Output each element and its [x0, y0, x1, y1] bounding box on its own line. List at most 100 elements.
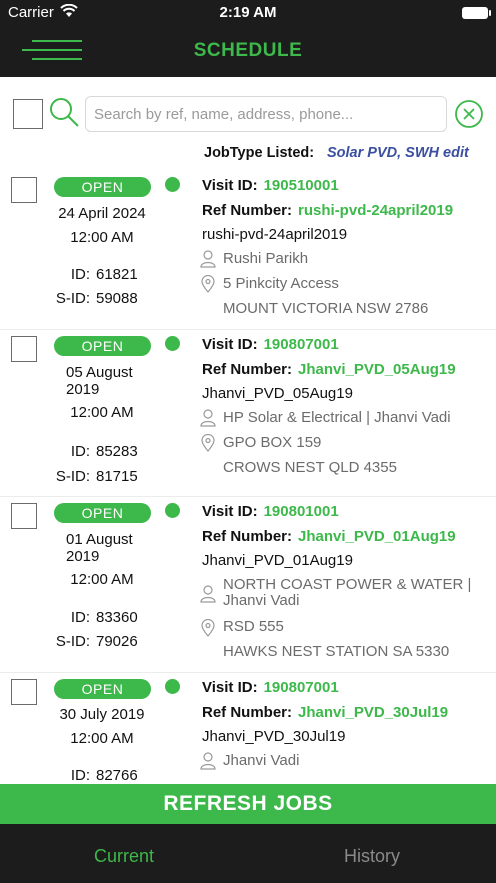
- job-date: 30 July 2019: [59, 706, 145, 723]
- job-sid: S-ID: 79026: [40, 633, 158, 650]
- job-checkbox[interactable]: [11, 336, 37, 362]
- edit-jobtype-link[interactable]: edit: [443, 145, 469, 161]
- status-badge: OPEN: [54, 177, 151, 197]
- location-pin-icon: [201, 434, 215, 452]
- id-value: 61821: [96, 266, 138, 283]
- job-contact: Jhanvi Vadi: [223, 752, 300, 769]
- visit-id-label: Visit ID:: [202, 503, 258, 520]
- search-icon[interactable]: [48, 96, 80, 128]
- id-value: 85283: [96, 443, 138, 460]
- job-card[interactable]: OPEN 05 August 2019 12:00 AM ID: 85283 S-…: [0, 330, 496, 497]
- ref-number-value: Jhanvi_PVD_01Aug19: [298, 528, 456, 545]
- location-pin-icon: [201, 275, 215, 293]
- job-title: rushi-pvd-24april2019: [202, 226, 348, 243]
- sid-label: S-ID:: [55, 290, 90, 307]
- job-contact: Rushi Parikh: [223, 250, 309, 267]
- ref-number-value: Jhanvi_PVD_30Jul19: [298, 704, 449, 721]
- id-label: ID:: [70, 443, 90, 460]
- ref-number-label: Ref Number:: [202, 202, 293, 219]
- job-address-line1: GPO BOX 159: [223, 434, 322, 451]
- job-date: 01 August 2019: [66, 531, 176, 565]
- job-id: ID: 82766: [40, 767, 158, 782]
- job-time: 12:00 AM: [70, 229, 134, 246]
- job-date: 24 April 2024: [58, 205, 146, 222]
- job-checkbox[interactable]: [11, 679, 37, 705]
- visit-id-label: Visit ID:: [202, 336, 258, 353]
- job-date-line1: 01 August: [66, 531, 133, 548]
- job-card[interactable]: OPEN 30 July 2019 12:00 AM ID: 82766 Visi…: [0, 673, 496, 782]
- id-value: 83360: [96, 609, 138, 626]
- job-card[interactable]: OPEN 24 April 2024 12:00 AM ID: 61821 S-I…: [0, 168, 496, 330]
- job-address-line2: HAWKS NEST STATION SA 5330: [223, 643, 450, 660]
- visit-id-label: Visit ID:: [202, 177, 258, 194]
- job-date: 05 August 2019: [66, 364, 176, 398]
- job-checkbox[interactable]: [11, 177, 37, 203]
- id-label: ID:: [70, 767, 90, 782]
- visit-id: Visit ID: 190510001: [202, 177, 339, 194]
- job-address-line1: RSD 555: [223, 618, 284, 635]
- job-card[interactable]: OPEN 01 August 2019 12:00 AM ID: 83360 S-…: [0, 497, 496, 673]
- job-date-line1: 05 August: [66, 364, 133, 381]
- ref-number: Ref Number: rushi-pvd-24april2019: [202, 202, 453, 219]
- sid-value: 59088: [96, 290, 138, 307]
- status-time: 2:19 AM: [219, 4, 277, 21]
- job-date-line2: 2019: [66, 548, 100, 565]
- ref-number-value: rushi-pvd-24april2019: [298, 202, 454, 219]
- person-icon: [200, 752, 216, 770]
- job-checkbox[interactable]: [11, 503, 37, 529]
- job-sid: S-ID: 81715: [40, 468, 158, 485]
- sid-label: S-ID:: [55, 633, 90, 650]
- job-title: Jhanvi_PVD_30Jul19: [202, 728, 346, 745]
- search-input[interactable]: [85, 96, 447, 132]
- clear-icon[interactable]: [454, 99, 484, 129]
- ref-number-label: Ref Number:: [202, 361, 293, 378]
- tab-history[interactable]: History: [272, 846, 472, 867]
- page-title: SCHEDULE: [193, 40, 303, 61]
- select-all-checkbox[interactable]: [13, 99, 43, 129]
- location-pin-icon: [201, 619, 215, 637]
- job-list: OPEN 24 April 2024 12:00 AM ID: 61821 S-I…: [0, 168, 496, 782]
- job-address-line1: 5 Pinkcity Access: [223, 275, 339, 292]
- battery-icon: [462, 7, 491, 19]
- job-id: ID: 83360: [40, 609, 158, 626]
- status-bar: Carrier 2:19 AM: [0, 0, 496, 26]
- search-bar: [0, 77, 496, 141]
- visit-id: Visit ID: 190807001: [202, 336, 339, 353]
- sid-label: S-ID:: [55, 468, 90, 485]
- job-contact-line1: NORTH COAST POWER & WATER |: [223, 576, 472, 593]
- visit-id: Visit ID: 190801001: [202, 503, 339, 520]
- job-contact: HP Solar & Electrical | Jhanvi Vadi: [223, 409, 451, 426]
- job-id: ID: 61821: [40, 266, 158, 283]
- person-icon: [200, 585, 216, 603]
- app-header: Carrier 2:19 AM SCHEDULE: [0, 0, 496, 77]
- status-badge: OPEN: [54, 503, 151, 523]
- status-dot: [165, 679, 180, 694]
- status-badge: OPEN: [54, 336, 151, 356]
- schedule-screen: Carrier 2:19 AM SCHEDULE JobType List: [0, 0, 496, 883]
- job-address-line2: MOUNT VICTORIA NSW 2786: [223, 300, 429, 317]
- ref-number: Ref Number: Jhanvi_PVD_01Aug19: [202, 528, 456, 545]
- visit-id: Visit ID: 190807001: [202, 679, 339, 696]
- ref-number-value: Jhanvi_PVD_05Aug19: [298, 361, 456, 378]
- id-label: ID:: [70, 609, 90, 626]
- id-label: ID:: [70, 266, 90, 283]
- jobtype-values: Solar PVD, SWH edit: [327, 145, 469, 161]
- job-contact-line2: Jhanvi Vadi: [223, 592, 300, 609]
- status-dot: [165, 177, 180, 192]
- ref-number: Ref Number: Jhanvi_PVD_05Aug19: [202, 361, 456, 378]
- visit-id-value: 190807001: [263, 336, 339, 353]
- ref-number-label: Ref Number:: [202, 704, 293, 721]
- job-sid: S-ID: 59088: [40, 290, 158, 307]
- jobtype-value: Solar PVD, SWH: [327, 145, 439, 161]
- sid-value: 79026: [96, 633, 138, 650]
- jobtype-filter: JobType Listed: Solar PVD, SWH edit: [0, 145, 496, 165]
- tab-bar: Current History: [0, 824, 496, 883]
- job-time: 12:00 AM: [70, 404, 134, 421]
- person-icon: [200, 409, 216, 427]
- tab-current[interactable]: Current: [24, 846, 224, 867]
- id-value: 82766: [96, 767, 138, 782]
- visit-id-value: 190801001: [263, 503, 339, 520]
- job-title: Jhanvi_PVD_05Aug19: [202, 385, 353, 402]
- refresh-jobs-button[interactable]: REFRESH JOBS: [0, 784, 496, 824]
- ref-number: Ref Number: Jhanvi_PVD_30Jul19: [202, 704, 448, 721]
